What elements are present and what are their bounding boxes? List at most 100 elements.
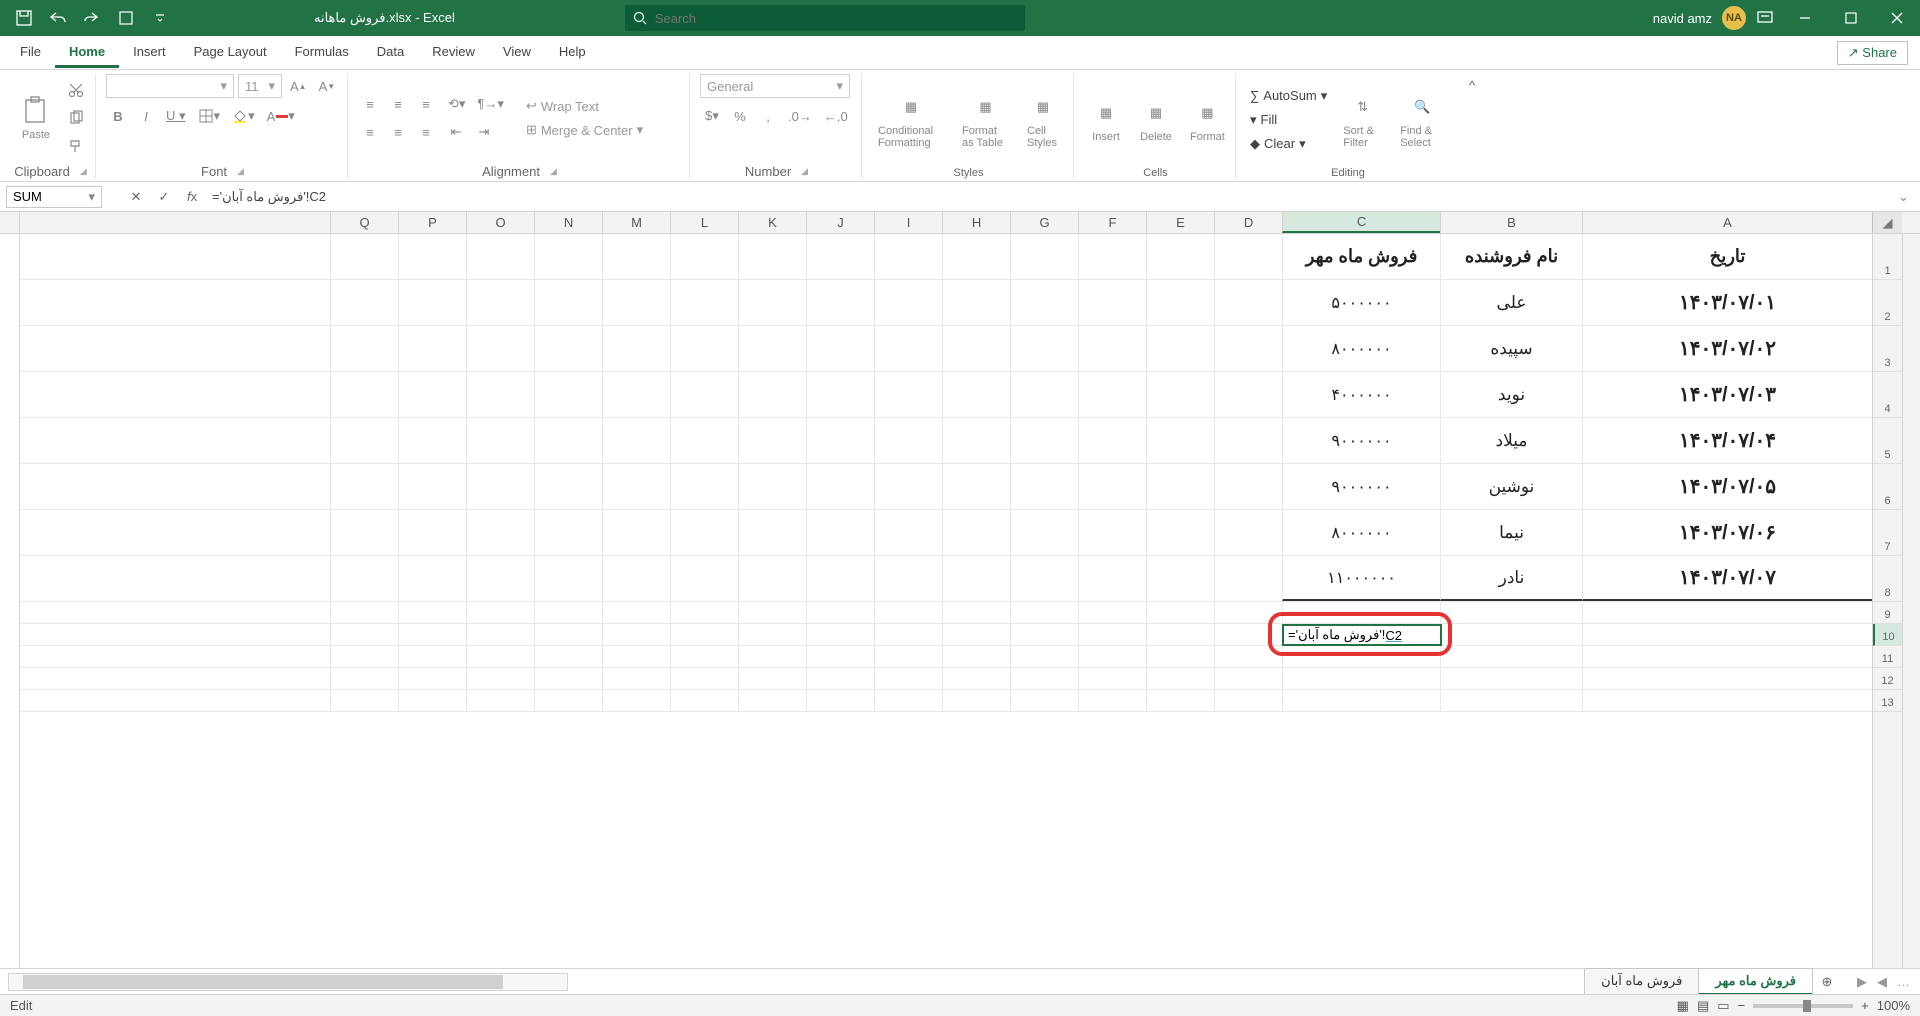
sort-filter-button[interactable]: ⇅Sort & Filter [1337,89,1388,151]
expand-formula-bar-button[interactable]: ⌄ [1898,189,1920,205]
cell[interactable] [806,646,874,667]
cell[interactable] [670,280,738,325]
column-header-G[interactable]: G [1010,212,1078,233]
cell[interactable] [738,464,806,509]
cell[interactable] [1440,668,1582,689]
cell[interactable] [1078,234,1146,279]
cell[interactable] [398,464,466,509]
cell[interactable] [330,646,398,667]
cell[interactable] [1582,668,1872,689]
cell[interactable] [670,602,738,623]
cell[interactable] [1078,556,1146,601]
cell[interactable] [1078,326,1146,371]
cell[interactable] [1146,234,1214,279]
cell[interactable] [1010,280,1078,325]
cell[interactable]: ۱۴۰۳/۰۷/۰۳ [1582,372,1872,417]
align-bottom-button[interactable]: ≡ [414,92,438,116]
cell[interactable] [874,646,942,667]
column-header-Q[interactable]: Q [330,212,398,233]
cell[interactable] [398,646,466,667]
autosave-icon[interactable] [10,4,38,32]
column-header-K[interactable]: K [738,212,806,233]
cell[interactable] [466,418,534,463]
column-header-P[interactable]: P [398,212,466,233]
cell[interactable] [874,624,942,645]
grow-font-button[interactable]: A▲ [286,74,311,98]
cell[interactable] [1146,326,1214,371]
cell[interactable] [602,602,670,623]
borders-button[interactable]: ▾ [194,104,225,128]
cell[interactable] [1078,418,1146,463]
cell[interactable] [398,418,466,463]
cell[interactable] [1214,234,1282,279]
cell[interactable]: علی [1440,280,1582,325]
cell[interactable] [670,372,738,417]
cell[interactable]: فروش ماه مهر [1282,234,1440,279]
increase-decimal-button[interactable]: .0→ [784,104,816,128]
cell[interactable] [1078,372,1146,417]
cell[interactable] [398,280,466,325]
cell[interactable] [398,668,466,689]
cell[interactable] [806,234,874,279]
wrap-text-button[interactable]: ↩Wrap Text [522,96,647,116]
percent-button[interactable]: % [728,104,752,128]
bold-button[interactable]: B [106,104,130,128]
column-header-H[interactable]: H [942,212,1010,233]
clipboard-launcher-icon[interactable]: ◢ [80,166,87,177]
cell[interactable] [330,372,398,417]
cell[interactable]: سپیده [1440,326,1582,371]
cell[interactable] [1146,464,1214,509]
sheet-tab[interactable]: فروش ماه مهر [1698,968,1813,996]
cell[interactable] [466,326,534,371]
cell[interactable] [1282,668,1440,689]
row-header-11[interactable]: 11 [1873,646,1902,668]
find-select-button[interactable]: 🔍Find & Select [1394,89,1450,151]
cell[interactable] [1078,690,1146,711]
cell[interactable] [670,668,738,689]
cell[interactable] [670,464,738,509]
column-header-D[interactable]: D [1214,212,1282,233]
row-header-6[interactable]: 6 [1873,464,1902,510]
cell[interactable] [1214,464,1282,509]
share-button[interactable]: ↗ Share [1837,41,1908,65]
cell[interactable] [806,464,874,509]
cell[interactable] [738,624,806,645]
cell[interactable] [1582,690,1872,711]
cell[interactable] [1010,372,1078,417]
cell[interactable] [466,646,534,667]
cell[interactable] [1146,280,1214,325]
clear-button[interactable]: ◆Clear▾ [1246,134,1310,154]
accounting-button[interactable]: $▾ [700,104,724,128]
tab-view[interactable]: View [489,38,545,68]
cell[interactable] [1146,690,1214,711]
redo-button[interactable] [78,4,106,32]
cell[interactable] [398,624,466,645]
cell[interactable] [1282,690,1440,711]
cell[interactable] [738,556,806,601]
cell[interactable] [874,234,942,279]
autosum-button[interactable]: ∑AutoSum▾ [1246,86,1331,106]
cell[interactable] [942,602,1010,623]
cell[interactable] [1146,510,1214,555]
ribbon-display-icon[interactable] [1756,9,1774,27]
account-area[interactable]: navid amz NA [1653,6,1782,30]
cell[interactable] [670,690,738,711]
cell[interactable] [534,372,602,417]
cell[interactable] [942,510,1010,555]
row-header-4[interactable]: 4 [1873,372,1902,418]
cell[interactable] [398,602,466,623]
cell[interactable] [534,668,602,689]
cell[interactable] [942,556,1010,601]
cell[interactable]: نام فروشنده [1440,234,1582,279]
cell[interactable] [1214,602,1282,623]
shrink-font-button[interactable]: A▼ [315,74,340,98]
number-launcher-icon[interactable]: ◢ [801,166,808,177]
collapse-ribbon-button[interactable]: ^ [1460,74,1484,179]
zoom-slider[interactable] [1753,1004,1853,1008]
row-header-9[interactable]: 9 [1873,602,1902,624]
cell[interactable] [806,372,874,417]
cell[interactable] [1010,668,1078,689]
column-header-I[interactable]: I [874,212,942,233]
cell[interactable] [1010,690,1078,711]
row-header-3[interactable]: 3 [1873,326,1902,372]
